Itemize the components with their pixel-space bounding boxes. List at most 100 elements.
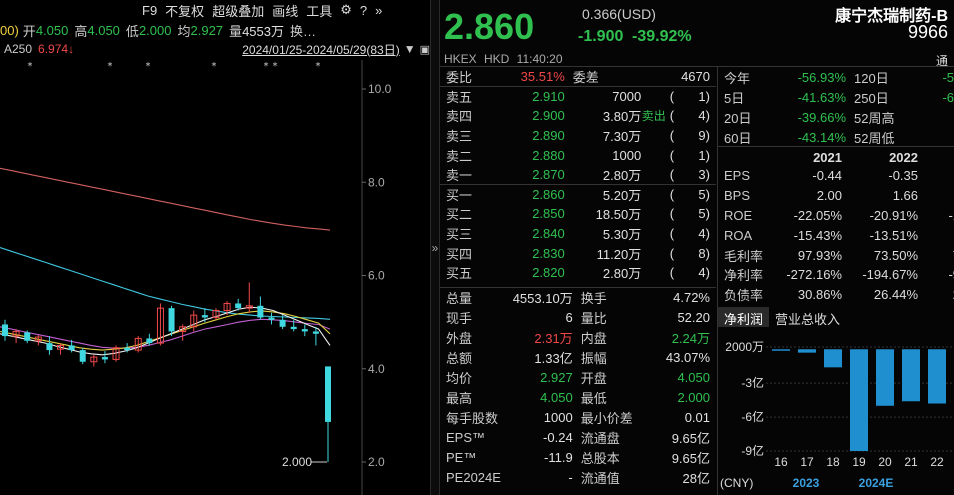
- bid-count: ( 5): [641, 184, 716, 205]
- ma120-line: [0, 246, 331, 320]
- fin-value: 73.50%: [873, 247, 918, 263]
- event-star-icon: *: [264, 61, 269, 72]
- bid-row[interactable]: 买二 2.850 18.50万 ( 5): [440, 204, 716, 224]
- fin-value: 1.66: [892, 188, 918, 204]
- bid-row[interactable]: 买三 2.840 5.30万 ( 4): [440, 224, 716, 244]
- avg-value: 2.927: [190, 22, 224, 38]
- candle-body: [146, 338, 153, 344]
- perf-row: 60日 -43.14% 52周低: [720, 127, 954, 147]
- candle-body: [312, 331, 319, 334]
- perf-label: 120日: [854, 70, 889, 86]
- candle-body: [46, 343, 53, 351]
- tab-net-profit[interactable]: 净利润: [718, 307, 770, 327]
- bid-volume: 5.20万: [564, 184, 642, 205]
- vol-value: 4553万: [242, 23, 284, 39]
- fin-row: EPS -0.44 -0.35: [720, 166, 954, 186]
- profit-bar: [798, 349, 816, 353]
- f9-button[interactable]: F9: [142, 3, 157, 18]
- stat-label: 均价: [446, 371, 473, 386]
- fin-value: [918, 186, 954, 206]
- last-price: 2.860: [444, 6, 535, 47]
- panel-divider[interactable]: »: [430, 0, 440, 495]
- bid-label: 买三: [446, 227, 473, 243]
- tools-button[interactable]: 工具: [306, 1, 332, 20]
- candle-body: [68, 345, 75, 351]
- draw-button[interactable]: 画线: [272, 1, 298, 20]
- stat-label: 开盘: [580, 371, 607, 386]
- fin-label: BPS: [724, 188, 751, 204]
- kline-panel[interactable]: 00) 开4.050 高4.050 低2.000 均2.927 量4553万 换…: [0, 0, 430, 495]
- bar-y-label: -3亿: [741, 375, 764, 390]
- event-star-icon: *: [273, 61, 278, 72]
- year-label: 2024E: [859, 476, 894, 490]
- kline-chart[interactable]: 10.0 8.0 6.0 4.0 2.0 * * * * * * * 2.000: [0, 60, 430, 495]
- candle-body: [279, 319, 286, 327]
- stat-value: 2.927: [540, 370, 573, 385]
- ask-label: 卖二: [446, 148, 473, 164]
- candle-body: [24, 332, 31, 341]
- tab-revenue[interactable]: 营业总收入: [769, 307, 846, 327]
- ask-volume: 3.80万: [602, 109, 642, 125]
- quote-panel: 2.860 0.366(USD) -1.900 -39.92% 康宁杰瑞制药-B…: [440, 0, 954, 495]
- more-label[interactable]: 换…: [290, 21, 316, 40]
- expand-icon[interactable]: »: [432, 241, 439, 255]
- ask-volume: 2.80万: [602, 168, 642, 184]
- order-ratio-row: 委比 35.51% 委差 4670: [440, 67, 716, 87]
- ask-price: 2.900: [532, 108, 565, 124]
- stat-label: 流通盘: [580, 431, 620, 446]
- open-value: 4.050: [35, 22, 69, 38]
- stat-label: 换手: [576, 287, 647, 308]
- price-change: -1.900: [578, 28, 624, 45]
- bar-y-label: 2000万: [725, 340, 764, 354]
- ask-row[interactable]: 卖四 2.900 3.80万 卖出( 4): [440, 106, 716, 126]
- candle-body: [301, 329, 308, 332]
- date-range[interactable]: 2024/01/25-2024/05/29(83日): [242, 41, 399, 58]
- perf-label: 52周高: [854, 110, 895, 126]
- stat-row: EPS™ -0.24 流通盘 9.65亿: [440, 428, 716, 448]
- perf-value: -5: [942, 69, 954, 85]
- ask-row[interactable]: 卖一 2.870 2.80万 ( 3): [440, 165, 716, 185]
- profit-bar: [902, 349, 920, 402]
- perf-row: 今年 -56.93% 120日 -5: [720, 67, 954, 87]
- bid-volume: 5.30万: [602, 227, 642, 243]
- collapse-icon[interactable]: »: [375, 3, 382, 18]
- fin-value: -20.91%: [869, 207, 918, 223]
- stat-row: 总额 1.33亿 振幅 43.07%: [440, 348, 716, 368]
- bid-label: 买四: [446, 246, 473, 262]
- ask-row[interactable]: 卖五 2.910 7000( 1): [440, 86, 716, 107]
- y-tick-label: 10.0: [368, 82, 392, 96]
- stat-label: 最低: [580, 391, 607, 406]
- candle-body: [325, 366, 331, 422]
- ask-count: ( 1): [669, 147, 710, 163]
- stat-label: PE™: [446, 450, 477, 465]
- ask-label: 卖四: [446, 109, 473, 125]
- bid-row[interactable]: 买四 2.830 11.20万 ( 8): [440, 243, 716, 263]
- wp-icon[interactable]: ▣: [420, 43, 430, 56]
- bid-count: ( 8): [669, 245, 710, 261]
- ask-label: 卖三: [446, 129, 473, 145]
- perf-label: 今年: [724, 70, 751, 86]
- candle-body: [79, 350, 86, 362]
- ask-row[interactable]: 卖二 2.880 1000 ( 1): [440, 145, 716, 165]
- ask-row[interactable]: 卖三 2.890 7.30万 ( 9): [440, 126, 716, 146]
- candle-body: [290, 326, 297, 330]
- financials-table: 2021 2022 EPS -0.44 -0.35 BPS 2.00 1.66 ROE -22…: [720, 148, 954, 305]
- ma-label: A250: [4, 42, 33, 56]
- stat-value: 4553.10万: [500, 287, 577, 308]
- fin-value: 30.86%: [797, 287, 842, 303]
- fin-year: 2022: [889, 149, 918, 165]
- diff-label: 委差: [572, 70, 599, 86]
- y-tick-label: 8.0: [368, 175, 385, 189]
- stat-row: 外盘 2.31万 内盘 2.24万: [440, 328, 716, 348]
- perf-label: 52周低: [854, 130, 895, 146]
- help-icon[interactable]: ?: [360, 3, 367, 18]
- fin-value: -13.51%: [869, 227, 918, 243]
- settings-icon[interactable]: ⚙: [340, 2, 352, 18]
- bid-label: 买二: [446, 207, 473, 223]
- triangle-down-icon[interactable]: ▼: [404, 42, 416, 56]
- overlay-button[interactable]: 超级叠加: [212, 1, 264, 20]
- no-adjust-button[interactable]: 不复权: [165, 1, 204, 20]
- bid-row[interactable]: 买五 2.820 2.80万 ( 4): [440, 263, 716, 283]
- high-label: 高: [74, 23, 88, 39]
- bid-row[interactable]: 买一 2.860 5.20万( 5): [440, 184, 716, 205]
